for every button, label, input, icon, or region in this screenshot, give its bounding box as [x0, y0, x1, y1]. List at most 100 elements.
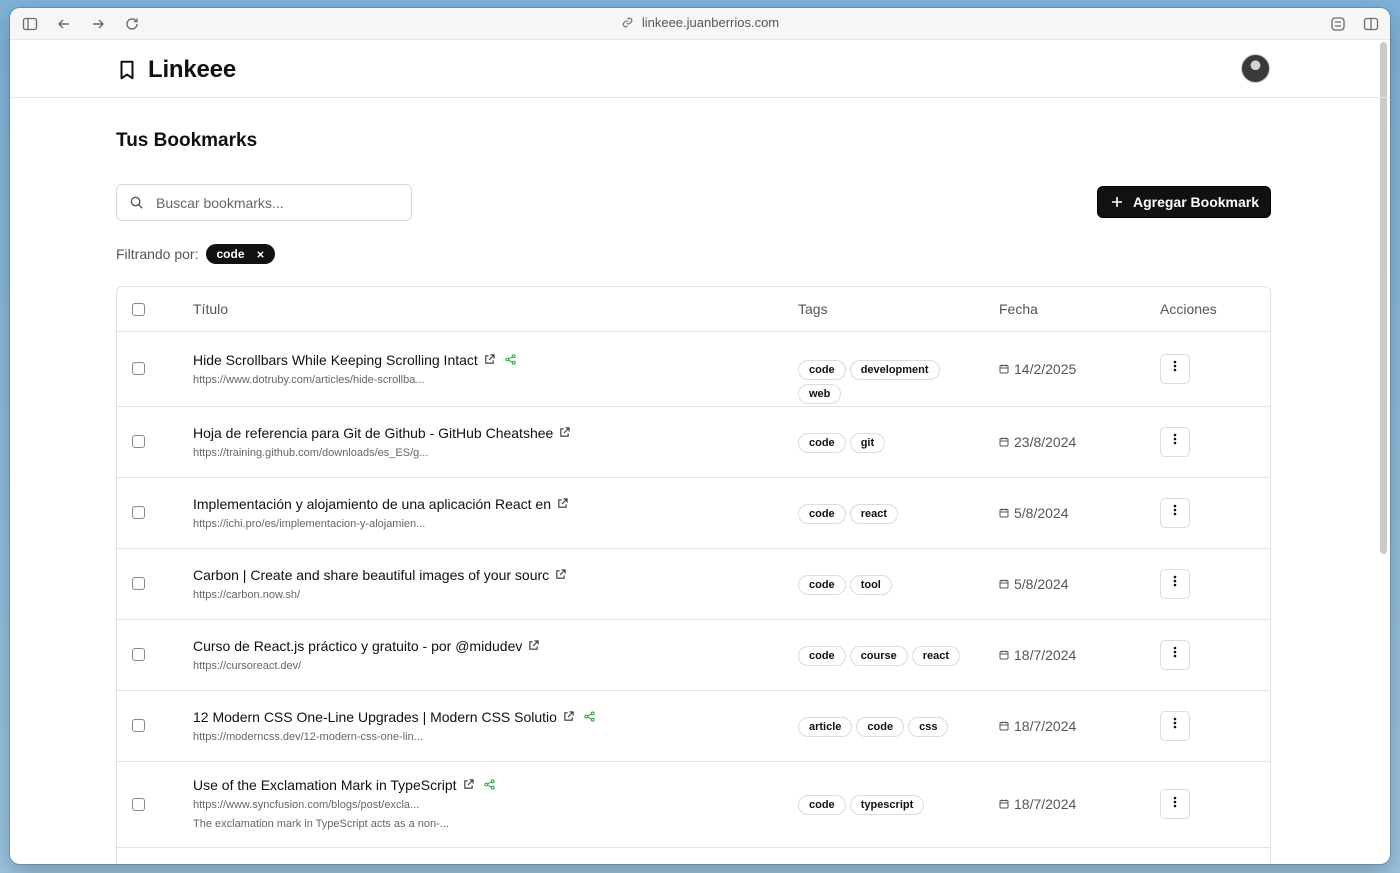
table-row[interactable]: Use of the Exclamation Mark in TypeScrip… [117, 762, 1270, 848]
header-actions: Acciones [1160, 301, 1217, 317]
tag-list: code typescript [798, 795, 968, 815]
more-vertical-icon [1168, 503, 1182, 522]
external-link-icon[interactable] [563, 709, 574, 725]
row-checkbox[interactable] [132, 719, 145, 732]
shared-icon [480, 777, 495, 793]
date-text: 18/7/2024 [1014, 717, 1077, 734]
tag-chip[interactable]: css [908, 716, 949, 737]
split-view-icon[interactable] [1363, 16, 1379, 32]
app-logo[interactable]: Linkeee [116, 56, 236, 84]
select-all-checkbox[interactable] [132, 302, 145, 316]
row-actions-button[interactable] [1160, 710, 1190, 741]
bookmark-title: Hoja de referencia para Git de Github - … [193, 424, 554, 441]
external-link-icon[interactable] [557, 496, 568, 512]
row-actions-button[interactable] [1160, 639, 1190, 670]
bookmark-title-link[interactable]: Curso de React.js práctico y gratuito - … [193, 638, 539, 654]
row-checkbox[interactable] [132, 577, 145, 590]
tag-chip[interactable]: tool [849, 574, 892, 595]
tag-chip[interactable]: code [856, 716, 905, 737]
add-bookmark-button[interactable]: Agregar Bookmark [1096, 186, 1271, 218]
active-filter-chip[interactable]: code [206, 244, 275, 264]
bookmark-url: https://cursoreact.dev/ [193, 659, 302, 672]
tag-chip[interactable]: code [798, 503, 846, 524]
bookmark-title: 12 Modern CSS One-Line Upgrades | Modern… [193, 708, 557, 725]
bookmark-title-link[interactable]: Use of the Exclamation Mark in TypeScrip… [193, 777, 495, 793]
calendar-icon [999, 647, 1009, 663]
external-link-icon[interactable] [484, 352, 495, 368]
tag-chip[interactable]: course [849, 645, 908, 666]
row-actions-button[interactable] [1160, 568, 1190, 599]
bookmark-date: 18/7/2024 [999, 647, 1076, 663]
calendar-icon [999, 361, 1009, 377]
external-link-icon[interactable] [463, 777, 474, 793]
row-actions-button[interactable] [1160, 497, 1190, 528]
tag-chip[interactable]: code [798, 359, 846, 380]
bookmark-date: 18/7/2024 [999, 718, 1076, 734]
user-avatar[interactable] [1241, 54, 1270, 83]
date-text: 5/8/2024 [1014, 575, 1069, 592]
bookmark-title-link[interactable]: Hide Scrollbars While Keeping Scrolling … [193, 352, 516, 368]
external-link-icon[interactable] [528, 638, 539, 654]
row-actions-button[interactable] [1160, 789, 1190, 819]
page-scrollbar[interactable] [1380, 42, 1387, 554]
filter-bar: Filtrando por: code [116, 244, 275, 264]
bookmark-title-link[interactable]: Carbon | Create and share beautiful imag… [193, 567, 566, 583]
calendar-icon [999, 718, 1009, 734]
more-vertical-icon [1168, 432, 1182, 451]
row-checkbox[interactable] [132, 435, 145, 448]
table-row[interactable]: Hide Scrollbars While Keeping Scrolling … [117, 332, 1270, 407]
tag-chip[interactable]: react [911, 645, 961, 666]
tag-chip[interactable]: web [798, 383, 842, 404]
row-checkbox[interactable] [132, 506, 145, 519]
tag-list: code development web [798, 359, 968, 404]
bookmark-title: Carbon | Create and share beautiful imag… [193, 566, 550, 583]
close-icon[interactable] [256, 250, 265, 259]
tag-chip[interactable]: typescript [849, 795, 925, 815]
bookmark-url: https://www.syncfusion.com/blogs/post/ex… [193, 799, 420, 811]
date-text: 18/7/2024 [1014, 646, 1077, 663]
shared-icon [580, 709, 595, 725]
link-icon [622, 17, 633, 28]
bookmark-title: Curso de React.js práctico y gratuito - … [193, 637, 523, 654]
bookmark-title-link[interactable]: Implementación y alojamiento de una apli… [193, 496, 568, 512]
bookmark-date: 23/8/2024 [999, 434, 1076, 450]
tag-chip[interactable]: article [798, 716, 853, 737]
app-name: Linkeee [148, 56, 236, 83]
table-row[interactable]: Hoja de referencia para Git de Github - … [117, 407, 1270, 478]
address-bar[interactable]: linkeee.juanberrios.com [10, 15, 1390, 30]
tag-chip[interactable]: development [849, 359, 940, 380]
more-vertical-icon [1168, 716, 1182, 735]
tag-chip[interactable]: code [798, 432, 846, 453]
row-actions-button[interactable] [1160, 426, 1190, 457]
date-text: 5/8/2024 [1014, 504, 1069, 521]
row-actions-button[interactable] [1160, 353, 1190, 384]
tag-list: code course react [798, 645, 968, 666]
more-vertical-icon [1168, 574, 1182, 593]
tag-chip[interactable]: git [849, 432, 886, 453]
bookmark-url: https://ichi.pro/es/implementacion-y-alo… [193, 517, 426, 530]
table-row[interactable]: Carbon | Create and share beautiful imag… [117, 549, 1270, 620]
tag-chip[interactable]: code [798, 574, 846, 595]
table-row[interactable]: Curso de React.js práctico y gratuito - … [117, 620, 1270, 691]
address-text: linkeee.juanberrios.com [641, 15, 780, 30]
search-input[interactable] [156, 194, 386, 211]
bookmark-url: https://training.github.com/downloads/es… [193, 446, 429, 459]
row-checkbox[interactable] [132, 362, 145, 375]
bookmark-title-link[interactable]: 12 Modern CSS One-Line Upgrades | Modern… [193, 709, 595, 725]
external-link-icon[interactable] [559, 425, 570, 441]
table-row[interactable]: 12 Modern CSS One-Line Upgrades | Modern… [117, 691, 1270, 762]
search-box[interactable] [116, 184, 412, 221]
bookmark-url: https://www.dotruby.com/articles/hide-sc… [193, 373, 425, 386]
table-row[interactable]: Implementación y alojamiento de una apli… [117, 478, 1270, 549]
external-link-icon[interactable] [555, 567, 566, 583]
tag-chip[interactable]: code [798, 645, 846, 666]
shared-icon [501, 352, 516, 368]
tag-chip[interactable]: code [798, 795, 846, 815]
row-checkbox[interactable] [132, 797, 145, 811]
reader-icon[interactable] [1330, 16, 1346, 32]
page-title: Tus Bookmarks [116, 130, 258, 151]
row-checkbox[interactable] [132, 648, 145, 661]
bookmark-title-link[interactable]: Hoja de referencia para Git de Github - … [193, 425, 570, 441]
bookmark-icon [120, 60, 134, 80]
tag-chip[interactable]: react [849, 503, 898, 524]
